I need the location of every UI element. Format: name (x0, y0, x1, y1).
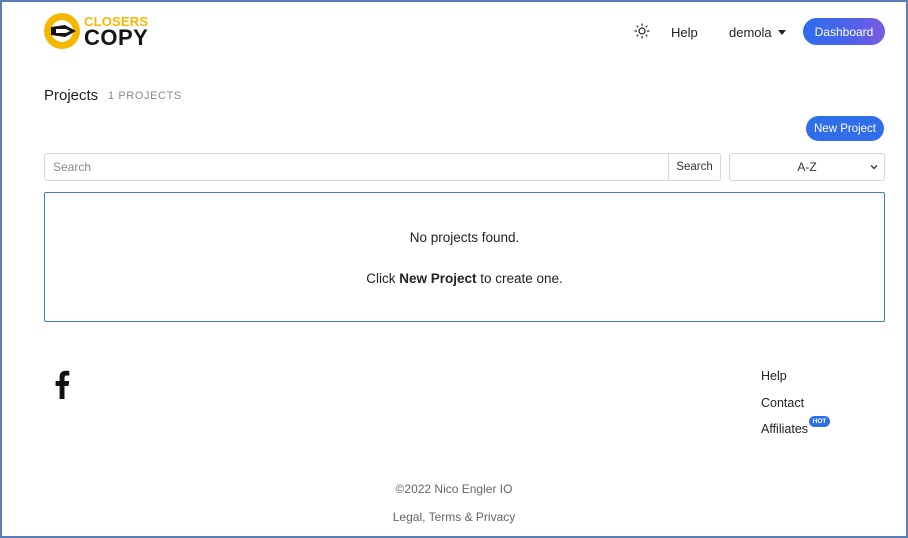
search-input[interactable] (45, 154, 668, 180)
brand-name-bottom: COPY (84, 25, 149, 50)
footer-affiliates-link[interactable]: Affiliates (761, 422, 808, 449)
empty-projects-panel: No projects found. Click New Project to … (44, 192, 885, 322)
sort-select[interactable]: A-Z (729, 153, 885, 181)
footer-contact-link[interactable]: Contact (761, 396, 808, 423)
user-menu-dropdown[interactable]: demola (729, 25, 786, 40)
footer-help-link[interactable]: Help (761, 369, 808, 396)
user-name: demola (729, 25, 772, 40)
empty-hint-suffix: to create one. (476, 271, 563, 286)
dashboard-button[interactable]: Dashboard (803, 18, 885, 45)
nav-help-link[interactable]: Help (671, 25, 698, 40)
empty-hint-prefix: Click (366, 271, 400, 286)
caret-down-icon (777, 30, 786, 35)
footer-links: Help Contact Affiliates (761, 369, 808, 449)
empty-hint-bold: New Project (399, 271, 477, 286)
legal-link[interactable]: Legal, Terms & Privacy (0, 510, 908, 524)
closerscopy-logo-icon (44, 13, 80, 49)
copyright-text: ©2022 Nico Engler IO (395, 482, 513, 496)
new-project-button[interactable]: New Project (806, 116, 884, 141)
page-title: Projects (44, 87, 99, 104)
facebook-icon[interactable] (53, 369, 71, 399)
hot-badge: HOT (809, 416, 830, 427)
empty-message: No projects found. (409, 230, 520, 245)
sort-selected-value: A-Z (797, 160, 817, 174)
search-group: Search (44, 153, 721, 181)
chevron-down-icon (870, 165, 878, 170)
sun-icon[interactable] (634, 23, 650, 39)
project-count: 1 PROJECTS (108, 90, 182, 102)
empty-hint: Click New Project to create one. (45, 271, 884, 286)
brand-logo[interactable]: CLOSERS COPY (43, 12, 153, 52)
search-button[interactable]: Search (668, 154, 720, 180)
